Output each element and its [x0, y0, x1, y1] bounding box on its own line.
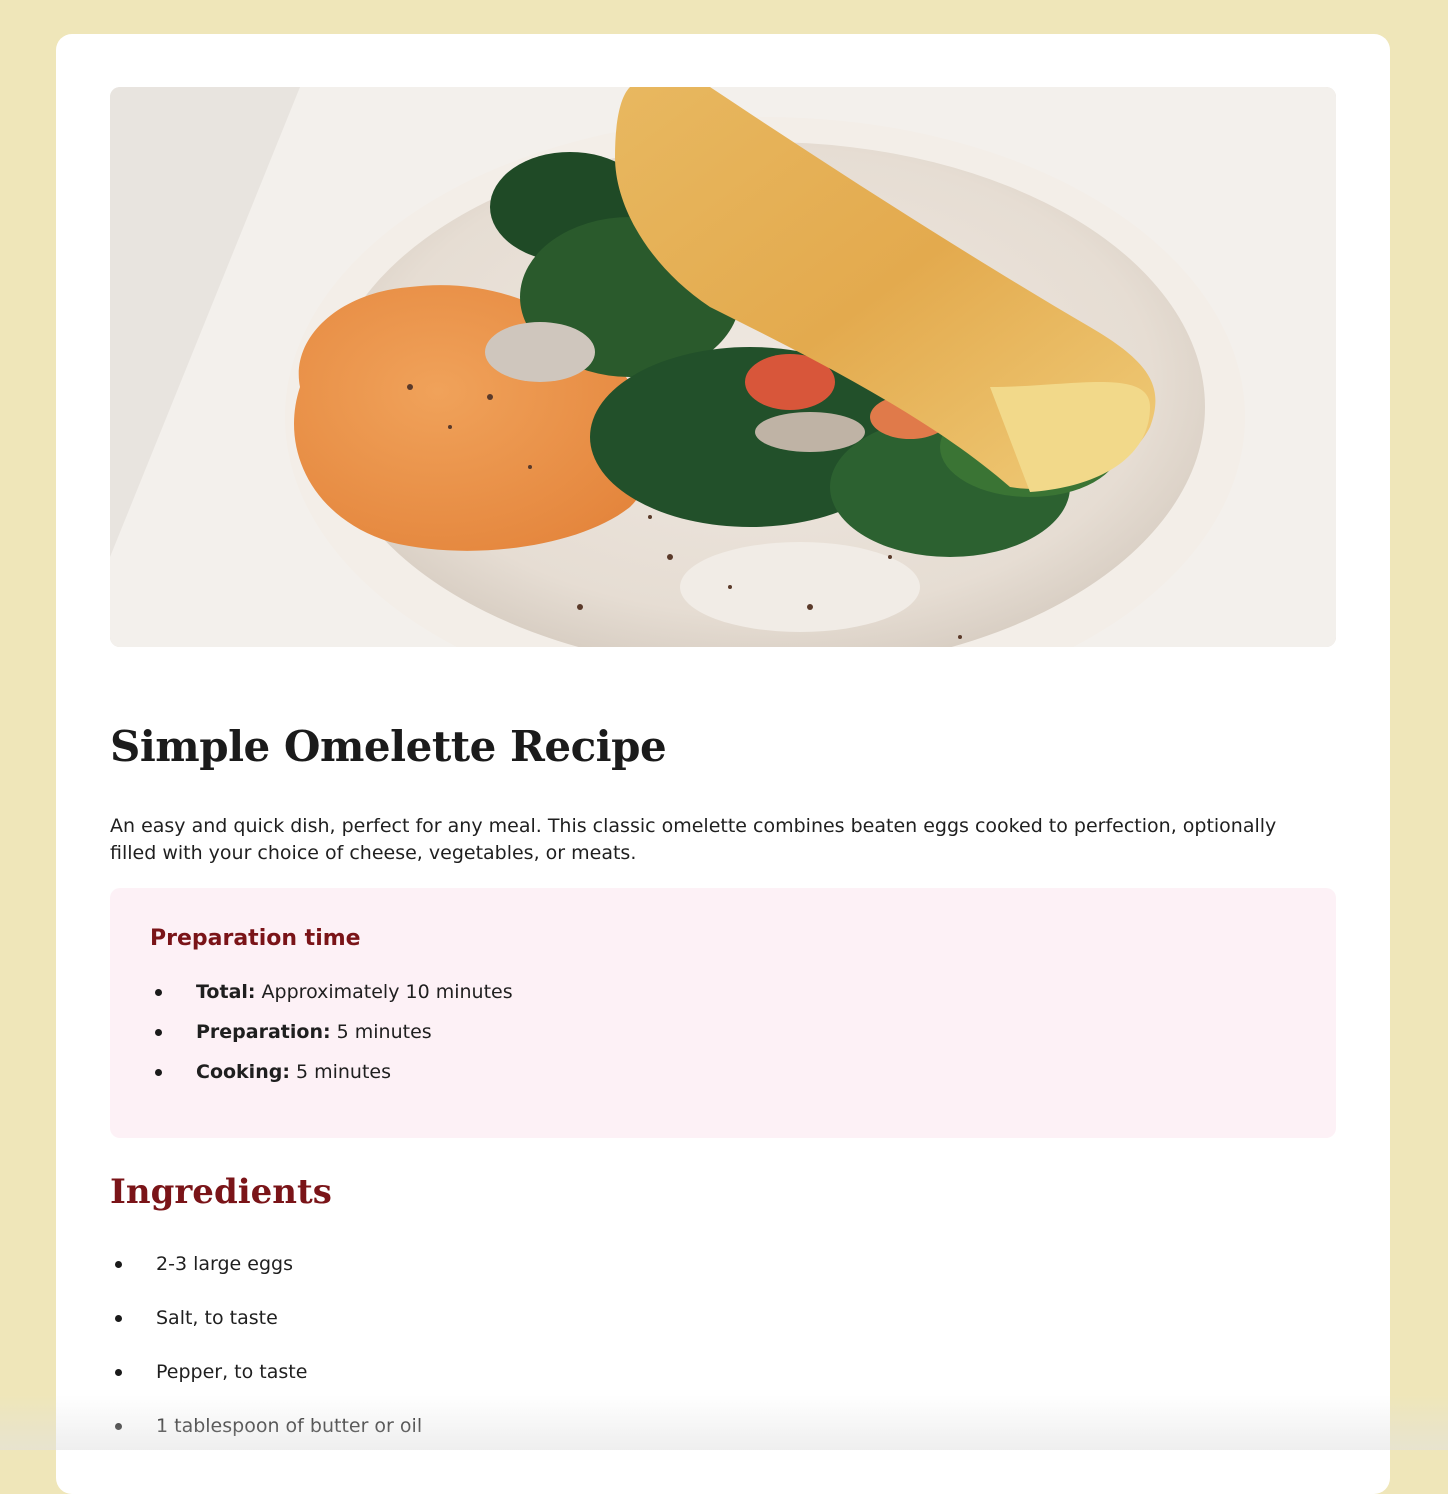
preparation-time-box: Preparation time Total: Approximately 10… [110, 888, 1336, 1138]
prep-item-label: Cooking: [196, 1061, 290, 1083]
prep-item-preparation: Preparation: 5 minutes [150, 1020, 513, 1060]
prep-item-value: Approximately 10 minutes [255, 981, 513, 1003]
page-title: Simple Omelette Recipe [110, 722, 667, 771]
recipe-intro: An easy and quick dish, perfect for any … [110, 815, 1277, 864]
prep-item-value: 5 minutes [289, 1061, 392, 1083]
ingredients-list: 2-3 large eggs Salt, to taste Pepper, to… [110, 1252, 422, 1468]
prep-item-value: 5 minutes [330, 1021, 432, 1043]
omelette-photo-illustration [110, 87, 1336, 647]
ingredients-heading: Ingredients [110, 1172, 332, 1212]
ingredient-item: Salt, to taste [110, 1306, 422, 1360]
preparation-time-list: Total: Approximately 10 minutes Preparat… [150, 980, 513, 1100]
prep-item-cooking: Cooking: 5 minutes [150, 1060, 513, 1100]
prep-item-label: Preparation: [196, 1021, 331, 1043]
prep-item-total: Total: Approximately 10 minutes [150, 980, 513, 1020]
ingredient-item: 1 tablespoon of butter or oil [110, 1414, 422, 1468]
preparation-time-heading: Preparation time [150, 926, 361, 951]
ingredient-item: 2-3 large eggs [110, 1252, 422, 1306]
ingredient-item: Pepper, to taste [110, 1360, 422, 1414]
recipe-card: Simple Omelette Recipe An easy and quick… [56, 34, 1390, 1494]
hero-image [110, 87, 1336, 647]
prep-item-label: Total: [196, 981, 256, 1003]
